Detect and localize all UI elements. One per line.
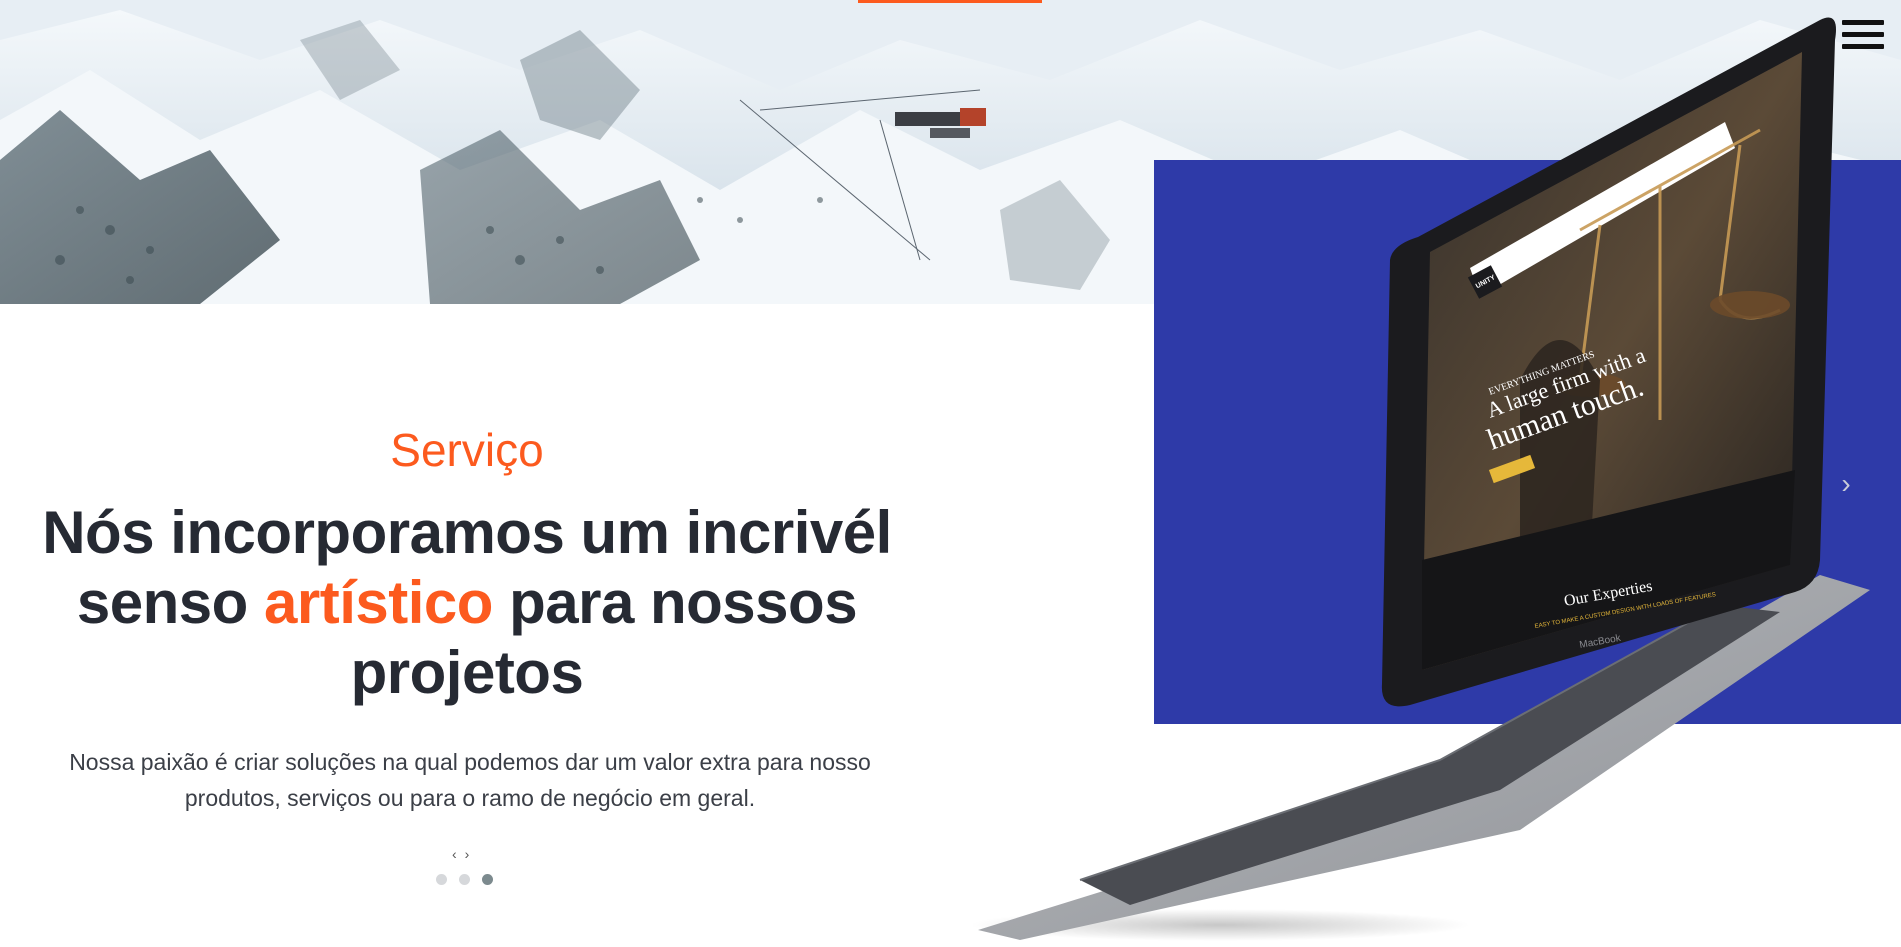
carousel-arrows: ‹ ›	[452, 846, 492, 862]
carousel-dot-active[interactable]	[482, 874, 493, 885]
carousel-next-button[interactable]: ›	[465, 846, 470, 862]
menu-line	[1842, 20, 1884, 25]
carousel-dot[interactable]	[436, 874, 447, 885]
menu-line	[1842, 32, 1884, 37]
chevron-right-icon[interactable]: ›	[1834, 470, 1858, 498]
page: UNITY EVERYTHING MATTERS A large firm wi…	[0, 0, 1901, 947]
carousel-dots	[436, 874, 493, 885]
laptop-mockup: UNITY EVERYTHING MATTERS A large firm wi…	[970, 17, 1870, 941]
carousel-prev-button[interactable]: ‹	[452, 846, 457, 862]
section-description: Nossa paixão é criar soluções na qual po…	[69, 749, 871, 811]
menu-line	[1842, 44, 1884, 49]
section-eyebrow: Serviço	[390, 424, 544, 476]
carousel-dot[interactable]	[459, 874, 470, 885]
hamburger-icon[interactable]	[1838, 18, 1884, 52]
service-section: Serviço Nós incorporamos um incrivél sen…	[40, 420, 894, 816]
section-headline: Nós incorporamos um incrivél senso artís…	[40, 498, 894, 708]
headline-accent: artístico	[264, 569, 493, 636]
